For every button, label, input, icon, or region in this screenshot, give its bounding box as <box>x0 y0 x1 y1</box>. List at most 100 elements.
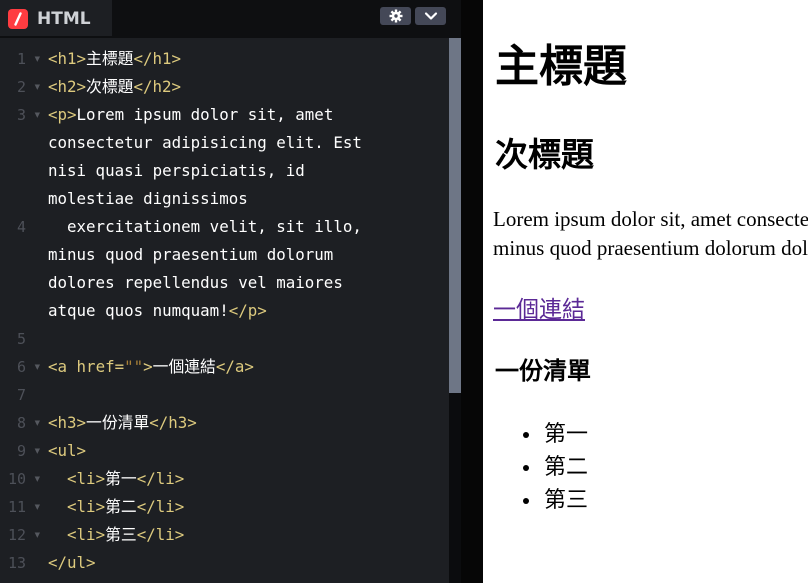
preview-h2: 次標題 <box>495 135 594 174</box>
code-content: <li>第一</li> <box>48 465 184 493</box>
line-gutter: 12 ▼ <box>0 521 42 549</box>
code-token: = <box>114 357 125 376</box>
code-line[interactable]: consectetur adipisicing elit. Est <box>0 129 449 157</box>
code-token: <h1> <box>48 49 87 68</box>
list-item: 第三 <box>522 484 588 517</box>
code-token: <p> <box>48 105 77 124</box>
code-text: 第三 <box>105 525 137 544</box>
line-gutter: 8 ▼ <box>0 409 42 437</box>
code-content: <h3>一份清單</h3> <box>48 409 197 437</box>
line-number: 5 <box>16 330 26 348</box>
fold-arrow-icon[interactable]: ▼ <box>35 101 40 129</box>
code-content: <h1>主標題</h1> <box>48 45 181 73</box>
fold-arrow-icon[interactable]: ▼ <box>35 465 40 493</box>
code-token: </li> <box>136 497 185 516</box>
line-gutter: 4 <box>0 213 42 241</box>
code-line[interactable]: 10 ▼ <li>第一</li> <box>0 465 449 493</box>
fold-arrow-icon[interactable]: ▼ <box>35 409 40 437</box>
preview-list: 第一 第二 第三 <box>522 418 588 517</box>
code-line[interactable]: 7 <box>0 381 449 409</box>
line-gutter <box>0 185 42 213</box>
line-gutter <box>0 129 42 157</box>
code-line[interactable]: dolores repellendus vel maiores <box>0 269 449 297</box>
collapse-button[interactable] <box>415 7 446 25</box>
code-token: "" <box>124 357 144 376</box>
code-token: </p> <box>228 301 267 320</box>
code-content: consectetur adipisicing elit. Est <box>48 129 362 157</box>
tab-html[interactable]: HTML <box>0 0 112 36</box>
code-area[interactable]: 1 ▼ <h1>主標題</h1> 2 ▼ <h2>次標題</h2> 3 ▼ <p>Lorem i… <box>0 45 449 577</box>
code-token: <ul> <box>48 441 87 460</box>
line-gutter: 13 <box>0 549 42 577</box>
line-gutter <box>0 297 42 325</box>
code-line[interactable]: molestiae dignissimos <box>0 185 449 213</box>
code-content: <p>Lorem ipsum dolor sit, amet <box>48 101 333 129</box>
code-text: 一個連結 <box>152 357 216 376</box>
fold-arrow-icon[interactable]: ▼ <box>35 437 40 465</box>
code-line[interactable]: nisi quasi perspiciatis, id <box>0 157 449 185</box>
code-text: dolores repellendus vel maiores <box>48 273 343 292</box>
panel-resize-handle[interactable] <box>461 0 483 583</box>
line-gutter: 10 ▼ <box>0 465 42 493</box>
code-line[interactable]: 6 ▼ <a href="">一個連結</a> <box>0 353 449 381</box>
fold-arrow-icon[interactable]: ▼ <box>35 73 40 101</box>
code-content: nisi quasi perspiciatis, id <box>48 157 305 185</box>
code-line[interactable]: 4 exercitationem velit, sit illo, <box>0 213 449 241</box>
fold-arrow-icon[interactable]: ▼ <box>35 45 40 73</box>
code-line[interactable]: atque quos numquam!</p> <box>0 297 449 325</box>
code-token: <li> <box>67 525 106 544</box>
code-token: </h3> <box>149 413 197 432</box>
preview-panel: 主標題 次標題 Lorem ipsum dolor sit, amet cons… <box>483 0 808 583</box>
html-editor-panel: HTML 1 ▼ <h1>主標題</h1> 2 ▼ <h2>次標題</h2> 3… <box>0 0 461 583</box>
preview-paragraph-line: Lorem ipsum dolor sit, amet consectetur <box>493 207 808 231</box>
fold-arrow-icon[interactable]: ▼ <box>35 353 40 381</box>
scrollbar-thumb[interactable] <box>449 38 461 393</box>
line-gutter: 1 ▼ <box>0 45 42 73</box>
line-gutter: 6 ▼ <box>0 353 42 381</box>
code-line[interactable]: 8 ▼ <h3>一份清單</h3> <box>0 409 449 437</box>
codepen-html-icon <box>8 9 28 29</box>
code-text: minus quod praesentium dolorum <box>48 245 334 264</box>
code-content: <li>第二</li> <box>48 493 184 521</box>
line-gutter: 5 <box>0 325 42 353</box>
code-content: <a href="">一個連結</a> <box>48 353 254 381</box>
code-line[interactable]: minus quod praesentium dolorum <box>0 241 449 269</box>
code-text: nisi quasi perspiciatis, id <box>48 161 305 180</box>
code-text: 主標題 <box>86 49 134 68</box>
code-line[interactable]: 12 ▼ <li>第三</li> <box>0 521 449 549</box>
line-number: 6 <box>16 358 26 376</box>
code-text: 第二 <box>105 497 137 516</box>
code-line[interactable]: 3 ▼ <p>Lorem ipsum dolor sit, amet <box>0 101 449 129</box>
code-line[interactable]: 13 </ul> <box>0 549 449 577</box>
code-content: <li>第三</li> <box>48 521 184 549</box>
preview-h1: 主標題 <box>495 41 627 92</box>
code-line[interactable]: 2 ▼ <h2>次標題</h2> <box>0 73 449 101</box>
code-text: Lorem ipsum dolor sit, amet <box>76 105 334 124</box>
code-text: exercitationem velit, sit illo, <box>48 217 362 236</box>
fold-arrow-icon[interactable]: ▼ <box>35 493 40 521</box>
code-line[interactable]: 9 ▼ <ul> <box>0 437 449 465</box>
code-content: atque quos numquam!</p> <box>48 297 267 325</box>
code-content: molestiae dignissimos <box>48 185 248 213</box>
preview-link[interactable]: 一個連結 <box>493 290 585 324</box>
line-gutter <box>0 269 42 297</box>
line-gutter: 3 ▼ <box>0 101 42 129</box>
code-content <box>48 325 58 353</box>
code-line[interactable]: 11 ▼ <li>第二</li> <box>0 493 449 521</box>
code-token: </h2> <box>133 77 182 96</box>
editor-scrollbar[interactable] <box>449 38 461 583</box>
line-gutter: 2 ▼ <box>0 73 42 101</box>
line-gutter: 11 ▼ <box>0 493 42 521</box>
code-text: 一份清單 <box>86 413 150 432</box>
code-line[interactable]: 5 <box>0 325 449 353</box>
preview-paragraph-line: minus quod praesentium dolorum dolores <box>493 236 808 260</box>
code-content: dolores repellendus vel maiores <box>48 269 343 297</box>
code-text: 次標題 <box>86 77 134 96</box>
code-token: <li> <box>67 497 106 516</box>
code-token: </li> <box>136 525 185 544</box>
code-line[interactable]: 1 ▼ <h1>主標題</h1> <box>0 45 449 73</box>
fold-arrow-icon[interactable]: ▼ <box>35 521 40 549</box>
settings-button[interactable] <box>380 7 411 25</box>
code-content: <h2>次標題</h2> <box>48 73 181 101</box>
